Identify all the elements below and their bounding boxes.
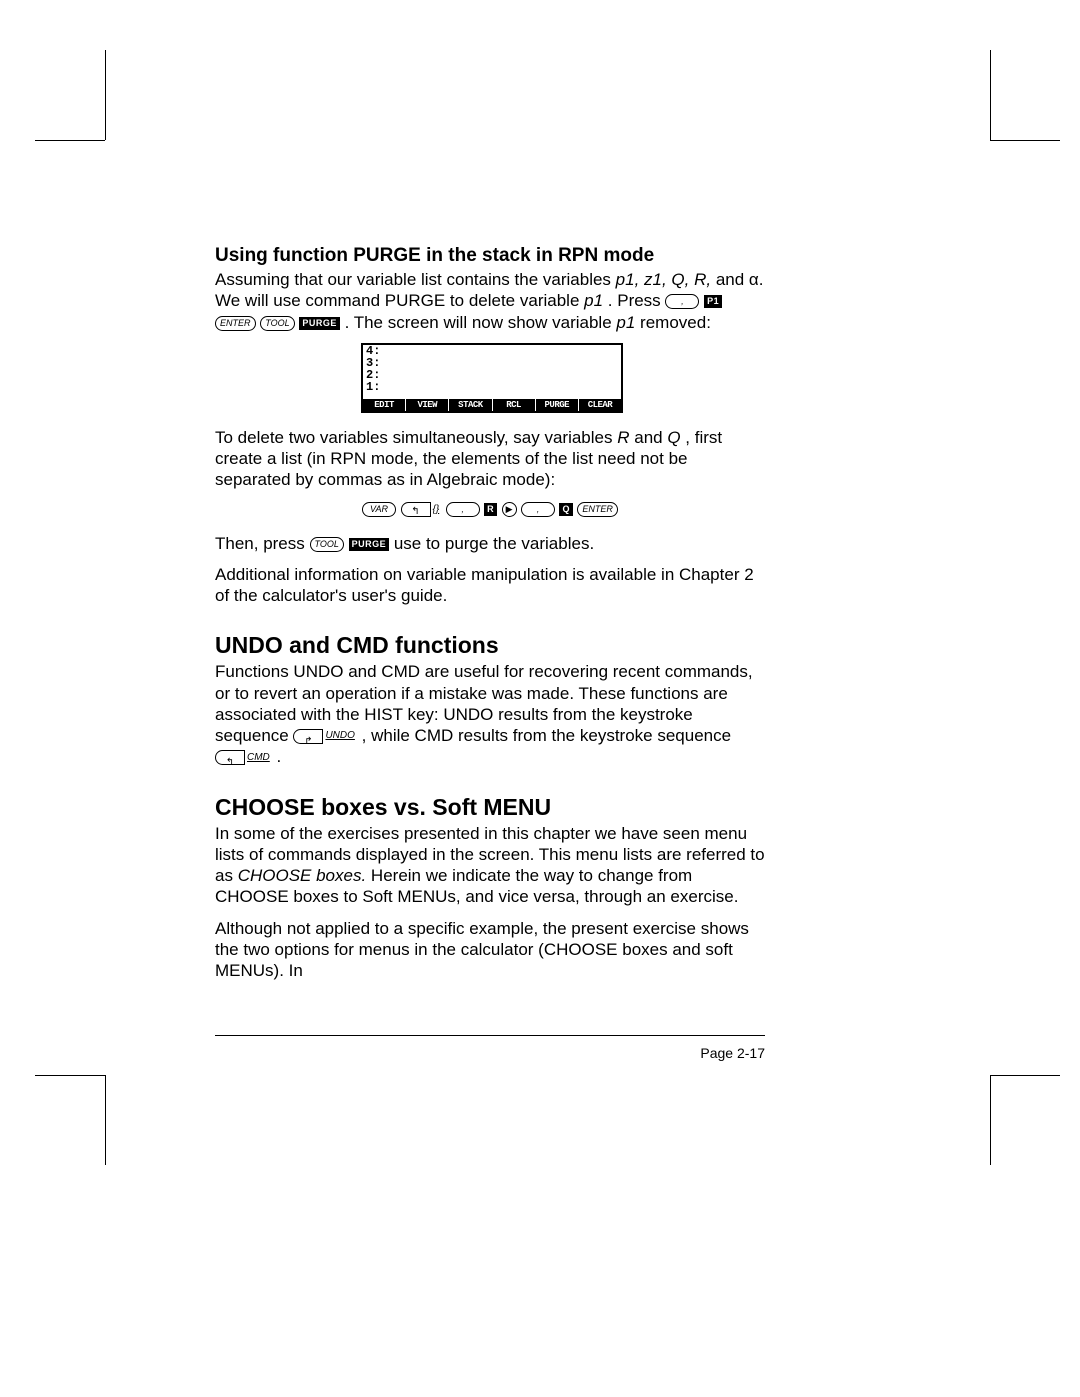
paragraph: Although not applied to a specific examp… bbox=[215, 918, 765, 982]
enter-key: ENTER bbox=[577, 502, 618, 517]
softmenu-item: CLEAR bbox=[579, 399, 621, 411]
text: use to purge the variables. bbox=[394, 534, 594, 553]
paragraph: Then, press TOOL PURGE use to purge the … bbox=[215, 533, 765, 554]
crop-mark bbox=[990, 140, 1060, 141]
softmenu-item: EDIT bbox=[363, 399, 406, 411]
tick-key: ‚ bbox=[665, 294, 699, 309]
paragraph: To delete two variables simultaneously, … bbox=[215, 427, 765, 491]
crop-mark bbox=[105, 50, 106, 140]
paragraph: In some of the exercises presented in th… bbox=[215, 823, 765, 908]
text: . The screen will now show variable bbox=[345, 313, 617, 332]
variable-p1: p1 bbox=[584, 291, 603, 310]
footer-rule bbox=[215, 1035, 765, 1036]
purge-softkey: PURGE bbox=[349, 538, 390, 551]
variable-list: p1, z1, Q, R, bbox=[616, 270, 711, 289]
stack-line: 1: bbox=[366, 381, 380, 393]
cmd-label: CMD bbox=[245, 752, 272, 765]
crop-mark bbox=[990, 1075, 1060, 1076]
text: and bbox=[634, 428, 667, 447]
stack-display: 4: 3: 2: 1: bbox=[366, 345, 380, 393]
softmenu-item: VIEW bbox=[406, 399, 449, 411]
softmenu-item: STACK bbox=[449, 399, 492, 411]
r-softkey: R bbox=[484, 503, 497, 516]
tool-key: TOOL bbox=[310, 537, 344, 552]
crop-mark bbox=[35, 1075, 105, 1076]
crop-mark bbox=[105, 1075, 106, 1165]
brace-label: {} bbox=[431, 504, 442, 515]
softmenu-item: PURGE bbox=[536, 399, 579, 411]
enter-key: ENTER bbox=[215, 316, 256, 331]
text: , while CMD results from the keystroke s… bbox=[362, 726, 731, 745]
crop-mark bbox=[990, 1075, 991, 1165]
tool-key: TOOL bbox=[260, 316, 294, 331]
tick-key: ‚ bbox=[521, 502, 555, 517]
text: . Press bbox=[608, 291, 666, 310]
heading-undo-cmd: UNDO and CMD functions bbox=[215, 632, 765, 659]
var-key: VAR bbox=[362, 502, 396, 517]
page-number: Page 2-17 bbox=[215, 1045, 765, 1061]
text: Then, press bbox=[215, 534, 310, 553]
paragraph: Additional information on variable manip… bbox=[215, 564, 765, 607]
soft-menu: EDIT VIEW STACK RCL PURGE CLEAR bbox=[363, 399, 621, 411]
heading-choose-menu: CHOOSE boxes vs. Soft MENU bbox=[215, 794, 765, 821]
stack-line: 4: bbox=[366, 345, 380, 357]
term-choose-boxes: CHOOSE boxes. bbox=[238, 866, 367, 885]
softmenu-item: RCL bbox=[493, 399, 536, 411]
text: . bbox=[277, 747, 282, 766]
q-softkey: Q bbox=[559, 503, 573, 516]
paragraph: Functions UNDO and CMD are useful for re… bbox=[215, 661, 765, 767]
keystroke-sequence: VAR {} ‚ R ▶ ‚ Q ENTER bbox=[215, 501, 765, 519]
variable-q: Q bbox=[667, 428, 680, 447]
variable-r: R bbox=[617, 428, 629, 447]
text: removed: bbox=[640, 313, 711, 332]
text: Assuming that our variable list contains… bbox=[215, 270, 616, 289]
page-content: Using function PURGE in the stack in RPN… bbox=[215, 245, 765, 981]
left-shift-key bbox=[401, 502, 431, 517]
calculator-screenshot: 4: 3: 2: 1: EDIT VIEW STACK RCL PURGE CL… bbox=[361, 343, 619, 413]
crop-mark bbox=[35, 140, 105, 141]
stack-line: 3: bbox=[366, 357, 380, 369]
stack-line: 2: bbox=[366, 369, 380, 381]
purge-softkey: PURGE bbox=[299, 317, 340, 330]
calculator-screen: 4: 3: 2: 1: EDIT VIEW STACK RCL PURGE CL… bbox=[361, 343, 623, 413]
text: To delete two variables simultaneously, … bbox=[215, 428, 617, 447]
left-shift-key bbox=[215, 750, 245, 765]
subheading-purge: Using function PURGE in the stack in RPN… bbox=[215, 245, 765, 267]
p1-softkey: P1 bbox=[704, 295, 722, 308]
crop-mark bbox=[990, 50, 991, 140]
arrow-key: ▶ bbox=[502, 502, 517, 517]
right-shift-key bbox=[293, 729, 323, 744]
paragraph: Assuming that our variable list contains… bbox=[215, 269, 765, 333]
variable-p1: p1 bbox=[616, 313, 635, 332]
undo-label: UNDO bbox=[323, 730, 356, 743]
tick-key: ‚ bbox=[446, 502, 480, 517]
